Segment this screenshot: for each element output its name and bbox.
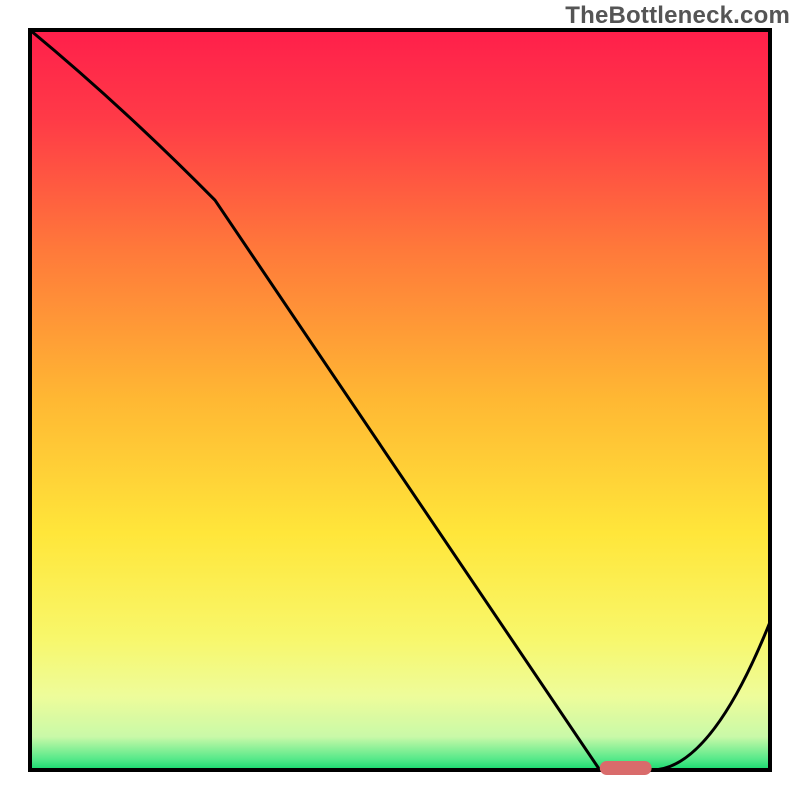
plot-area xyxy=(30,30,770,770)
bottleneck-chart xyxy=(0,0,800,800)
chart-container: TheBottleneck.com xyxy=(0,0,800,800)
watermark-text: TheBottleneck.com xyxy=(565,2,790,30)
optimal-zone-marker xyxy=(600,761,652,775)
